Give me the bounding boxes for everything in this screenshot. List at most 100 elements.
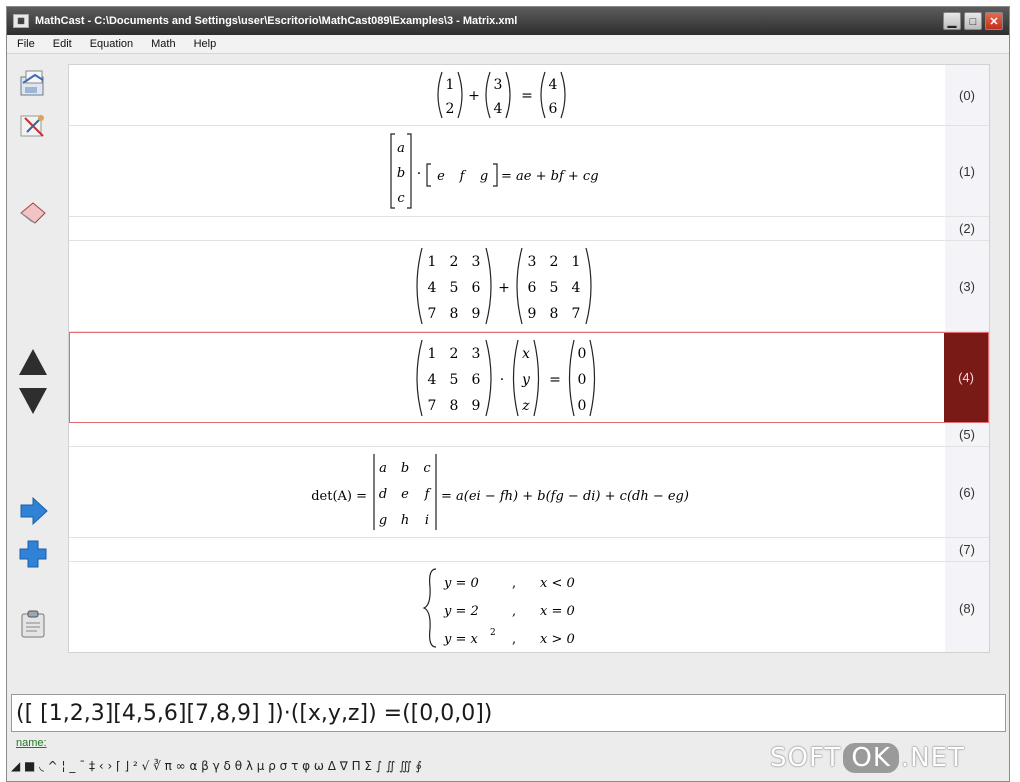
matrix-cell: 8	[450, 306, 459, 322]
equation-row[interactable]: 1 2 + 3 4 = 4 6 (0)	[69, 65, 989, 126]
watermark-right: .NET	[900, 743, 965, 773]
matrix-cell: g	[480, 169, 488, 184]
eraser-icon[interactable]	[16, 194, 50, 228]
equation-1-formula: a b c · e f g = ae + bf + cg	[390, 133, 599, 209]
equation-row[interactable]: 1 2 3 4 5 6 7 8 9 + 3 2 1 6 5 4 9 8 7 (3…	[69, 241, 989, 332]
menu-edit[interactable]: Edit	[44, 38, 81, 50]
name-label[interactable]: name:	[16, 737, 47, 749]
case-condition: x = 0	[540, 604, 575, 619]
equation-content: y = 0 , x < 0 y = 2 , x = 0 y = x 2 , x …	[69, 562, 945, 652]
matrix-cell: f	[459, 169, 467, 184]
matrix-cell: c	[423, 461, 431, 476]
case-comma: ,	[512, 576, 516, 591]
dot-operator: ·	[417, 166, 421, 182]
equation-row[interactable]: a b c · e f g = ae + bf + cg (1)	[69, 126, 989, 217]
cases-brace	[422, 568, 437, 648]
matrix-cell: 1	[428, 254, 437, 270]
equation-row[interactable]: (5)	[69, 423, 989, 447]
equation-number: (1)	[945, 126, 989, 216]
equation-content: 1 2 + 3 4 = 4 6	[69, 65, 945, 125]
matrix-cell: 6	[549, 101, 558, 117]
watermark-left: SOFT	[770, 743, 842, 773]
matrix-cell: 9	[472, 398, 481, 414]
matrix-cell: 8	[550, 306, 559, 322]
menu-help[interactable]: Help	[185, 38, 226, 50]
equation-input[interactable]: ([ [1,2,3][4,5,6][7,8,9] ])·([x,y,z]) =(…	[11, 694, 1006, 732]
title-bar: ▦ MathCast - C:\Documents and Settings\u…	[7, 7, 1009, 35]
matrix-cell: 7	[428, 306, 437, 322]
equation-rhs: = ae + bf + cg	[501, 169, 599, 184]
equation-number: (3)	[945, 241, 989, 331]
matrix-cell: 7	[428, 398, 437, 414]
matrix-cell: 0	[578, 398, 587, 414]
case-comma: ,	[512, 632, 516, 647]
equals-operator: =	[521, 88, 533, 104]
matrix-cell: 9	[472, 306, 481, 322]
equation-row[interactable]: det(A) = a b c d e f g h i = a(ei − fh) …	[69, 447, 989, 538]
matrix-cell: 3	[472, 254, 481, 270]
matrix-cell: a	[379, 461, 387, 476]
menu-bar: File Edit Equation Math Help	[7, 35, 1009, 54]
move-up-icon[interactable]	[16, 345, 50, 379]
matrix-cell: 1	[446, 77, 455, 93]
equation-content: 1 2 3 4 5 6 7 8 9 + 3 2 1 6 5 4 9 8 7	[69, 241, 945, 331]
equation-content: 1 2 3 4 5 6 7 8 9 · x y z = 0 0 0	[70, 333, 944, 422]
minimize-icon[interactable]: ▁	[943, 12, 961, 30]
equation-number: (8)	[945, 562, 989, 652]
matrix-cell: 2	[450, 254, 459, 270]
matrix-cell: 0	[578, 346, 587, 362]
case-expression: y = x	[443, 632, 479, 647]
equation-content	[69, 423, 945, 446]
matrix-cell: 5	[450, 280, 459, 296]
matrix-cell: 4	[428, 372, 437, 388]
equation-sheet: 1 2 + 3 4 = 4 6 (0) a b c · e f g = ae +…	[68, 64, 990, 653]
matrix-cell: 7	[572, 306, 581, 322]
move-down-icon[interactable]	[16, 384, 50, 418]
matrix-cell: 0	[578, 372, 587, 388]
edit-tool-icon[interactable]	[16, 109, 50, 143]
menu-file[interactable]: File	[7, 38, 44, 50]
case-superscript: 2	[490, 628, 496, 638]
watermark: SOFT OK .NET	[770, 738, 965, 778]
equation-content: det(A) = a b c d e f g h i = a(ei − fh) …	[69, 447, 945, 537]
menu-math[interactable]: Math	[142, 38, 184, 50]
equation-0-formula: 1 2 + 3 4 = 4 6	[437, 71, 566, 119]
matrix-cell: 3	[472, 346, 481, 362]
plus-operator: +	[468, 88, 480, 104]
save-icon[interactable]	[16, 66, 50, 100]
equation-number: (6)	[945, 447, 989, 537]
matrix-cell: 2	[450, 346, 459, 362]
add-equation-icon[interactable]	[16, 537, 50, 571]
equation-3-formula: 1 2 3 4 5 6 7 8 9 + 3 2 1 6 5 4 9 8 7	[416, 247, 592, 325]
menu-equation[interactable]: Equation	[81, 38, 142, 50]
matrix-cell: i	[425, 513, 429, 528]
matrix-cell: 3	[494, 77, 503, 93]
matrix-cell: d	[379, 487, 387, 502]
equation-row[interactable]: y = 0 , x < 0 y = 2 , x = 0 y = x 2 , x …	[69, 562, 989, 652]
mathcast-icon: ▦	[13, 14, 29, 28]
matrix-cell: 3	[528, 254, 537, 270]
equals-operator: =	[549, 372, 561, 388]
clipboard-icon[interactable]	[16, 607, 50, 641]
next-arrow-icon[interactable]	[16, 494, 50, 528]
matrix-cell: h	[401, 513, 409, 528]
matrix-cell: f	[424, 487, 432, 502]
matrix-cell: 8	[450, 398, 459, 414]
matrix-cell: 6	[472, 280, 481, 296]
equation-lhs: det(A) =	[311, 489, 367, 504]
equation-row[interactable]: (7)	[69, 538, 989, 562]
matrix-cell: y	[521, 372, 531, 388]
matrix-cell: 4	[549, 77, 558, 93]
maximize-icon[interactable]: □	[964, 12, 982, 30]
equation-number: (0)	[945, 65, 989, 125]
matrix-cell: 2	[446, 101, 455, 117]
watermark-mid: OK	[843, 743, 899, 773]
equation-row[interactable]: (2)	[69, 217, 989, 241]
equation-rhs: = a(ei − fh) + b(fg − di) + c(dh − eg)	[441, 489, 689, 504]
matrix-cell: 5	[450, 372, 459, 388]
close-icon[interactable]: ✕	[985, 12, 1003, 30]
matrix-cell: 1	[572, 254, 581, 270]
equation-row-selected[interactable]: 1 2 3 4 5 6 7 8 9 · x y z = 0 0 0 (4)	[69, 332, 989, 423]
matrix-cell: z	[521, 398, 530, 414]
matrix-cell: b	[397, 166, 405, 181]
